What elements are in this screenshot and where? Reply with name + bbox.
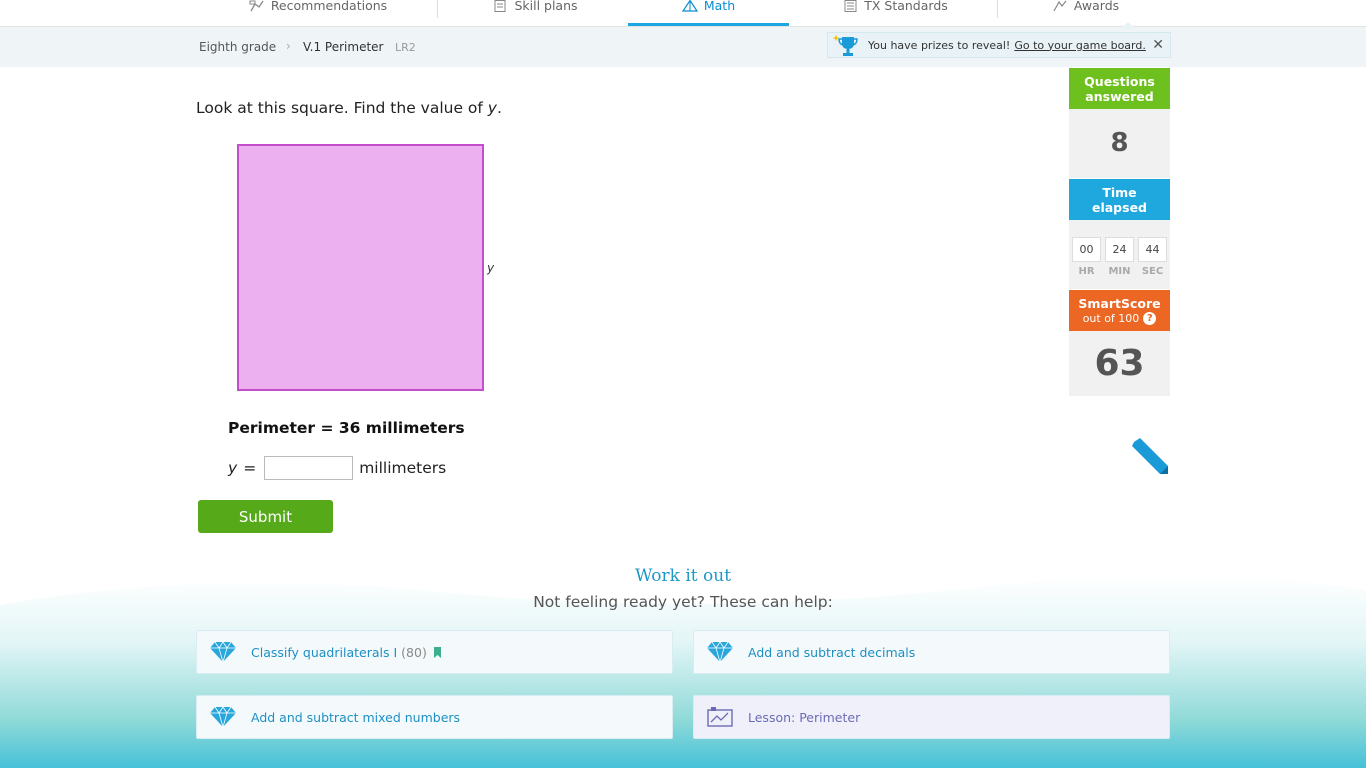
skill-plans-icon bbox=[494, 0, 506, 12]
diamond-icon bbox=[210, 641, 236, 663]
help-icon[interactable]: ? bbox=[1143, 311, 1157, 325]
math-icon bbox=[681, 0, 698, 12]
seconds-unit: SEC bbox=[1141, 266, 1164, 277]
hours-unit: HR bbox=[1078, 266, 1095, 277]
smartscore-label: SmartScore bbox=[1078, 295, 1161, 311]
answer-variable: y bbox=[228, 459, 238, 477]
game-board-link[interactable]: Go to your game board. bbox=[1014, 39, 1145, 52]
help-card-label: Lesson: Perimeter bbox=[748, 709, 861, 725]
trophy-icon bbox=[833, 35, 858, 56]
breadcrumb-skill: V.1 Perimeter LR2 bbox=[303, 40, 416, 54]
tab-label: Math bbox=[703, 0, 736, 13]
prompt-variable: y bbox=[487, 99, 497, 117]
help-card-classify-quadrilaterals[interactable]: Classify quadrilaterals I (80) bbox=[196, 630, 673, 674]
pencil-icon[interactable] bbox=[1130, 436, 1170, 476]
smartscore-value: 63 bbox=[1069, 331, 1170, 396]
tab-recommendations[interactable]: Recommendations bbox=[248, 0, 388, 26]
lesson-icon bbox=[707, 707, 733, 727]
breadcrumb-skill-name: V.1 Perimeter bbox=[303, 40, 384, 54]
tab-awards[interactable]: Awards bbox=[1048, 0, 1123, 26]
bookmark-icon bbox=[433, 646, 441, 658]
answer-row: y = millimeters bbox=[228, 456, 446, 480]
tab-skill-plans[interactable]: Skill plans bbox=[490, 0, 580, 26]
skill-code: LR2 bbox=[394, 41, 416, 54]
answer-input[interactable] bbox=[264, 456, 354, 480]
tab-divider bbox=[437, 0, 438, 18]
smartscore-scale: out of 100 bbox=[1082, 311, 1140, 325]
help-card-mixed-numbers[interactable]: Add and subtract mixed numbers bbox=[196, 695, 673, 739]
time-label-line1: Time bbox=[1102, 184, 1137, 200]
prompt-start: Look at this square. Find the value of bbox=[196, 99, 488, 117]
time-hours: 00 bbox=[1072, 237, 1101, 262]
smartscore-subtitle: out of 100 ? bbox=[1069, 311, 1170, 326]
questions-label-line2: answered bbox=[1085, 88, 1154, 104]
awards-icon bbox=[1053, 0, 1067, 12]
diamond-icon bbox=[210, 706, 236, 728]
answer-equals: = bbox=[243, 459, 257, 477]
top-nav: Recommendations Skill plans Math TX Stan… bbox=[0, 0, 1366, 27]
smartscore-header: SmartScore out of 100 ? bbox=[1069, 290, 1170, 331]
time-seconds: 44 bbox=[1138, 237, 1167, 262]
tab-divider bbox=[997, 0, 998, 18]
questions-answered-header: Questions answered bbox=[1069, 68, 1170, 109]
questions-label-line1: Questions bbox=[1084, 73, 1155, 89]
work-it-out-title: Work it out bbox=[634, 566, 732, 586]
prize-banner: You have prizes to reveal! Go to your ga… bbox=[827, 32, 1171, 58]
work-it-out-subtitle: Not feeling ready yet? These can help: bbox=[533, 593, 833, 611]
standards-icon bbox=[844, 0, 857, 12]
breadcrumb-grade[interactable]: Eighth grade bbox=[199, 40, 276, 54]
tab-tx-standards[interactable]: TX Standards bbox=[840, 0, 950, 26]
time-elapsed-header: Time elapsed bbox=[1069, 179, 1170, 220]
answer-unit: millimeters bbox=[359, 459, 447, 477]
tab-label: Awards bbox=[1073, 0, 1120, 13]
help-card-add-subtract-decimals[interactable]: Add and subtract decimals bbox=[693, 630, 1170, 674]
prize-text: You have prizes to reveal! bbox=[868, 38, 1011, 52]
square-figure bbox=[237, 144, 484, 391]
help-card-count: (80) bbox=[401, 644, 427, 660]
close-icon[interactable]: ✕ bbox=[1152, 37, 1164, 53]
tab-label: Skill plans bbox=[514, 0, 578, 13]
help-card-label: Add and subtract decimals bbox=[748, 644, 916, 660]
chevron-right-icon: › bbox=[286, 39, 291, 53]
submit-button[interactable]: Submit bbox=[198, 500, 333, 533]
prompt-end: . bbox=[496, 99, 502, 117]
time-label-line2: elapsed bbox=[1091, 199, 1147, 215]
question-prompt: Look at this square. Find the value of y… bbox=[196, 99, 502, 117]
questions-answered-count: 8 bbox=[1069, 109, 1170, 178]
tab-label: Recommendations bbox=[270, 0, 388, 13]
diamond-icon bbox=[707, 641, 733, 663]
recommendations-icon bbox=[249, 0, 264, 12]
tab-label: TX Standards bbox=[864, 0, 948, 13]
awards-caret bbox=[1120, 22, 1136, 29]
help-card-lesson-perimeter[interactable]: Lesson: Perimeter bbox=[693, 695, 1170, 739]
minutes-unit: MIN bbox=[1108, 266, 1131, 277]
time-minutes: 24 bbox=[1105, 237, 1134, 262]
tab-math[interactable]: Math bbox=[628, 0, 789, 26]
help-card-label: Add and subtract mixed numbers bbox=[251, 709, 461, 725]
side-label: y bbox=[487, 261, 495, 275]
perimeter-statement: Perimeter = 36 millimeters bbox=[228, 419, 465, 437]
help-card-label: Classify quadrilaterals I bbox=[251, 644, 398, 660]
time-elapsed-panel: 00 24 44 HR MIN SEC bbox=[1069, 220, 1170, 289]
